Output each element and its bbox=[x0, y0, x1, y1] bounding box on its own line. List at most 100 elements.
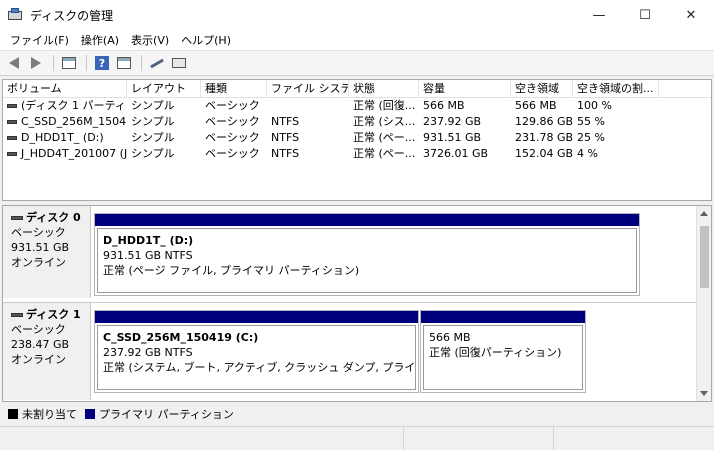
menu-action[interactable]: 操作(A) bbox=[75, 32, 125, 48]
toolbar-separator bbox=[141, 55, 142, 71]
disk-0-status: オンライン bbox=[11, 256, 66, 269]
volume-free-space: 566 MB bbox=[515, 99, 557, 112]
volume-row[interactable]: J_HDD4T_201007 (J:) シンプル ベーシック NTFS 正常 (… bbox=[3, 146, 711, 162]
window-title: ディスクの管理 bbox=[30, 8, 114, 23]
partition-d-title: D_HDD1T_ (D:) bbox=[103, 234, 194, 247]
help-icon: ? bbox=[95, 56, 109, 70]
volume-percent-free: 100 % bbox=[577, 99, 612, 112]
column-header-layout[interactable]: レイアウト bbox=[127, 80, 201, 98]
toolbar: ? bbox=[0, 50, 714, 76]
column-header-volume[interactable]: ボリューム bbox=[3, 80, 127, 98]
volume-capacity: 566 MB bbox=[423, 99, 465, 112]
partition-c[interactable]: C_SSD_256M_150419 (C:) 237.92 GB NTFS 正常… bbox=[94, 310, 419, 393]
disk-0-type: ベーシック bbox=[11, 226, 66, 239]
volume-name: D_HDD1T_ (D:) bbox=[21, 131, 104, 144]
column-header-status[interactable]: 状態 bbox=[349, 80, 419, 98]
properties-button[interactable] bbox=[114, 54, 134, 72]
column-header-free-space[interactable]: 空き領域 bbox=[511, 80, 573, 98]
volume-icon bbox=[7, 120, 17, 124]
grid-icon bbox=[62, 57, 76, 69]
menu-bar: ファイル(F) 操作(A) 表示(V) ヘルプ(H) bbox=[0, 30, 714, 50]
console-icon bbox=[172, 58, 186, 68]
disk-1-size: 238.47 GB bbox=[11, 338, 70, 351]
volume-type: ベーシック bbox=[205, 131, 260, 144]
status-bar bbox=[0, 426, 714, 450]
scroll-up-icon[interactable] bbox=[700, 211, 708, 216]
volume-percent-free: 4 % bbox=[577, 147, 598, 160]
console-button[interactable] bbox=[169, 54, 189, 72]
volume-row[interactable]: D_HDD1T_ (D:) シンプル ベーシック NTFS 正常 (ペー... … bbox=[3, 130, 711, 146]
scroll-thumb[interactable] bbox=[700, 226, 709, 288]
partition-c-title: C_SSD_256M_150419 (C:) bbox=[103, 331, 259, 344]
volume-percent-free: 55 % bbox=[577, 115, 605, 128]
volume-percent-free: 25 % bbox=[577, 131, 605, 144]
disk-1-label[interactable]: ディスク 1 ベーシック 238.47 GB オンライン bbox=[3, 303, 91, 400]
menu-help[interactable]: ヘルプ(H) bbox=[175, 32, 237, 48]
volume-capacity: 931.51 GB bbox=[423, 131, 482, 144]
edit-icon bbox=[150, 58, 164, 68]
volume-filesystem: NTFS bbox=[271, 115, 300, 128]
volume-status: 正常 (ペー... bbox=[353, 131, 416, 144]
disk-icon bbox=[11, 215, 23, 220]
maximize-button[interactable]: ☐ bbox=[622, 0, 668, 30]
column-header-filesystem[interactable]: ファイル システム bbox=[267, 80, 349, 98]
back-icon bbox=[9, 57, 19, 69]
partition-recovery[interactable]: 566 MB 正常 (回復パーティション) bbox=[420, 310, 586, 393]
forward-icon bbox=[31, 57, 41, 69]
volume-icon bbox=[7, 152, 17, 156]
legend: 未割り当て プライマリ パーティション bbox=[2, 404, 712, 424]
volume-filesystem bbox=[267, 98, 349, 114]
scroll-down-icon[interactable] bbox=[700, 391, 708, 396]
volume-filesystem: NTFS bbox=[271, 147, 300, 160]
partition-recovery-info: 566 MB bbox=[429, 331, 471, 344]
legend-unallocated: 未割り当て bbox=[22, 408, 77, 421]
volume-list-header: ボリューム レイアウト 種類 ファイル システム 状態 容量 空き領域 空き領域… bbox=[3, 80, 711, 98]
legend-primary-partition: プライマリ パーティション bbox=[99, 408, 234, 421]
status-bar-cell bbox=[0, 427, 404, 450]
volume-row[interactable]: C_SSD_256M_1504... シンプル ベーシック NTFS 正常 (シ… bbox=[3, 114, 711, 130]
disk-1: ディスク 1 ベーシック 238.47 GB オンライン C_SSD_256M_… bbox=[3, 302, 697, 400]
volume-name: (ディスク 1 パーティシ... bbox=[21, 99, 127, 112]
column-header-percent-free[interactable]: 空き領域の割... bbox=[573, 80, 659, 98]
partition-recovery-status: 正常 (回復パーティション) bbox=[429, 346, 562, 359]
close-button[interactable]: ✕ bbox=[668, 0, 714, 30]
forward-button[interactable] bbox=[26, 54, 46, 72]
partition-d[interactable]: D_HDD1T_ (D:) 931.51 GB NTFS 正常 (ページ ファイ… bbox=[94, 213, 640, 296]
column-header-type[interactable]: 種類 bbox=[201, 80, 267, 98]
volume-status: 正常 (シス... bbox=[353, 115, 416, 128]
vertical-scrollbar[interactable] bbox=[696, 206, 711, 401]
status-bar-cell bbox=[554, 427, 712, 450]
menu-file[interactable]: ファイル(F) bbox=[4, 32, 75, 48]
back-button[interactable] bbox=[4, 54, 24, 72]
volume-free-space: 152.04 GB bbox=[515, 147, 573, 160]
partition-d-status: 正常 (ページ ファイル, プライマリ パーティション) bbox=[103, 264, 360, 277]
show-hide-console-button[interactable] bbox=[59, 54, 79, 72]
volume-status: 正常 (ペー... bbox=[353, 147, 416, 160]
column-header-capacity[interactable]: 容量 bbox=[419, 80, 511, 98]
volume-row[interactable]: (ディスク 1 パーティシ... シンプル ベーシック 正常 (回復... 56… bbox=[3, 98, 711, 114]
volume-layout: シンプル bbox=[131, 115, 175, 128]
volume-type: ベーシック bbox=[205, 115, 260, 128]
volume-filesystem: NTFS bbox=[271, 131, 300, 144]
minimize-button[interactable]: — bbox=[576, 0, 622, 30]
volume-layout: シンプル bbox=[131, 131, 175, 144]
menu-view[interactable]: 表示(V) bbox=[125, 32, 175, 48]
partition-c-status: 正常 (システム, ブート, アクティブ, クラッシュ ダンプ, プライマリ パ… bbox=[103, 361, 416, 374]
primary-partition-bar bbox=[95, 311, 418, 323]
volume-icon bbox=[7, 136, 17, 140]
disk-0-label[interactable]: ディスク 0 ベーシック 931.51 GB オンライン bbox=[3, 206, 91, 298]
volume-free-space: 129.86 GB bbox=[515, 115, 573, 128]
disk-1-name: ディスク 1 bbox=[26, 308, 81, 321]
disk-graphical-view: ディスク 0 ベーシック 931.51 GB オンライン D_HDD1T_ (D… bbox=[2, 205, 712, 402]
primary-partition-swatch bbox=[85, 409, 95, 419]
volume-capacity: 237.92 GB bbox=[423, 115, 482, 128]
primary-partition-bar bbox=[95, 214, 639, 226]
volume-capacity: 3726.01 GB bbox=[423, 147, 489, 160]
title-bar: ディスクの管理 — ☐ ✕ bbox=[0, 0, 714, 30]
volume-list: ボリューム レイアウト 種類 ファイル システム 状態 容量 空き領域 空き領域… bbox=[2, 79, 712, 201]
edit-button[interactable] bbox=[147, 54, 167, 72]
help-button[interactable]: ? bbox=[92, 54, 112, 72]
disk-icon bbox=[11, 312, 23, 317]
disk-0-size: 931.51 GB bbox=[11, 241, 70, 254]
volume-type: ベーシック bbox=[205, 147, 260, 160]
